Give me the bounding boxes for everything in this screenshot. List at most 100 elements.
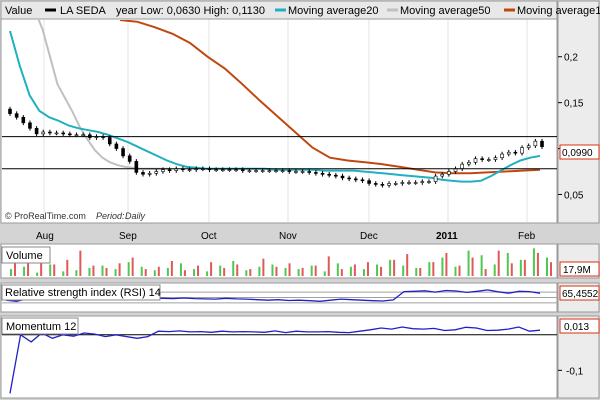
price-candle-body <box>28 122 32 129</box>
volume-bar-up <box>36 272 39 276</box>
volume-bar-down <box>301 267 304 276</box>
volume-bar-down <box>157 266 160 276</box>
volume-bar-down <box>340 269 343 276</box>
price-candle-body <box>380 184 385 186</box>
volume-bar-down <box>197 265 200 276</box>
ma50-legend-label: Moving average50 <box>400 5 491 17</box>
price-candle-body <box>267 170 272 172</box>
x-label-2011: 2011 <box>436 231 458 242</box>
price-candle-body <box>34 128 39 135</box>
volume-bar-up <box>271 264 274 276</box>
price-candle-body <box>400 182 405 184</box>
volume-bar-down <box>380 266 383 276</box>
volume-bar-up <box>532 248 535 276</box>
price-candle-body <box>121 148 125 157</box>
volume-bar-up <box>506 252 509 276</box>
price-legend-title: LA SEDA <box>60 5 107 17</box>
price-candle-body <box>234 169 238 171</box>
volume-bar-up <box>153 270 156 276</box>
momentum-last-value: 0,013 <box>564 322 589 333</box>
volume-bar-up <box>297 269 300 276</box>
x-label-nov: Nov <box>279 231 297 242</box>
price-candle-body <box>294 171 298 173</box>
price-candle-body <box>506 151 511 155</box>
price-candle-body <box>393 183 398 185</box>
price-y-tick-label: 0,05 <box>564 190 584 201</box>
volume-bar-up <box>140 266 143 276</box>
volume-bar-down <box>288 263 291 276</box>
price-candle-body <box>486 159 491 161</box>
volume-bar-down <box>327 256 330 276</box>
price-candle-body <box>280 170 285 172</box>
volume-bar-down <box>144 269 147 276</box>
price-candle-body <box>287 170 292 172</box>
volume-bar-down <box>497 250 500 276</box>
volume-bar-down <box>393 259 396 276</box>
volume-bar-down <box>183 270 186 276</box>
price-candle-body <box>340 175 345 179</box>
x-label-dec: Dec <box>360 231 378 242</box>
watermark: © ProRealTime.com <box>5 211 86 221</box>
price-candle-body <box>68 133 72 136</box>
price-candle-body <box>440 173 445 177</box>
volume-bar-down <box>406 254 409 276</box>
ma10-legend-label: Moving average10 <box>517 5 600 17</box>
volume-bar-up <box>349 266 352 276</box>
volume-bar-down <box>419 267 422 276</box>
volume-bar-down <box>445 252 448 276</box>
price-year-stats: year Low: 0,0630 High: 0,1130 <box>116 5 265 17</box>
volume-bar-down <box>471 257 474 276</box>
price-candle-body <box>314 172 318 174</box>
volume-bar-up <box>441 257 444 276</box>
price-candle-body <box>427 181 431 183</box>
volume-bar-up <box>193 269 196 276</box>
volume-bar-up <box>10 269 12 276</box>
price-candle-body <box>247 170 252 172</box>
price-candle-body <box>134 161 139 173</box>
price-candle-body <box>147 173 152 175</box>
volume-bar-down <box>79 250 82 276</box>
price-candle-body <box>533 140 538 147</box>
price-last-value: 0,0990 <box>562 148 593 159</box>
volume-bar-down <box>523 259 526 276</box>
price-candle-body <box>221 169 225 171</box>
volume-bar-up <box>245 270 248 276</box>
volume-bar-up <box>258 266 261 276</box>
price-candle-body <box>48 131 52 134</box>
price-candle-body <box>61 132 66 135</box>
price-candle-body <box>167 169 172 171</box>
price-candle-body <box>407 182 411 184</box>
price-candle-body <box>254 170 258 172</box>
volume-bar-down <box>66 259 69 276</box>
price-candle-body <box>21 117 26 124</box>
price-candle-body <box>467 162 471 165</box>
volume-bar-up <box>166 267 169 276</box>
volume-bar-down <box>536 252 539 276</box>
ma20-legend-label: Moving average20 <box>288 5 379 17</box>
volume-bar-up <box>546 257 548 276</box>
volume-bar-up <box>402 265 405 276</box>
price-y-tick-label: 0,15 <box>564 99 584 110</box>
volume-plot-area <box>0 243 558 279</box>
volume-bar-up <box>114 269 117 276</box>
volume-bar-down <box>432 262 435 276</box>
price-candle-body <box>161 169 165 172</box>
momentum-y-tick-label: -0,1 <box>566 366 584 377</box>
volume-bar-down <box>118 263 121 276</box>
volume-bar-down <box>131 257 134 276</box>
rsi-label: Relative strength index (RSI) 14 <box>5 287 161 299</box>
price-candle-body <box>373 183 378 185</box>
volume-bar-up <box>428 262 431 276</box>
volume-bar-up <box>519 259 522 276</box>
price-candle-body <box>274 170 278 172</box>
price-candle-body <box>460 163 465 170</box>
period-label: Period: <box>96 211 125 221</box>
price-candle-body <box>227 169 232 171</box>
volume-bar-up <box>389 259 392 276</box>
volume-bar-down <box>353 264 356 276</box>
volume-bar-down <box>249 269 252 276</box>
price-candle-body <box>420 181 425 183</box>
volume-bar-up <box>323 271 326 276</box>
price-candle-body <box>214 169 218 171</box>
price-candle-body <box>447 171 451 175</box>
